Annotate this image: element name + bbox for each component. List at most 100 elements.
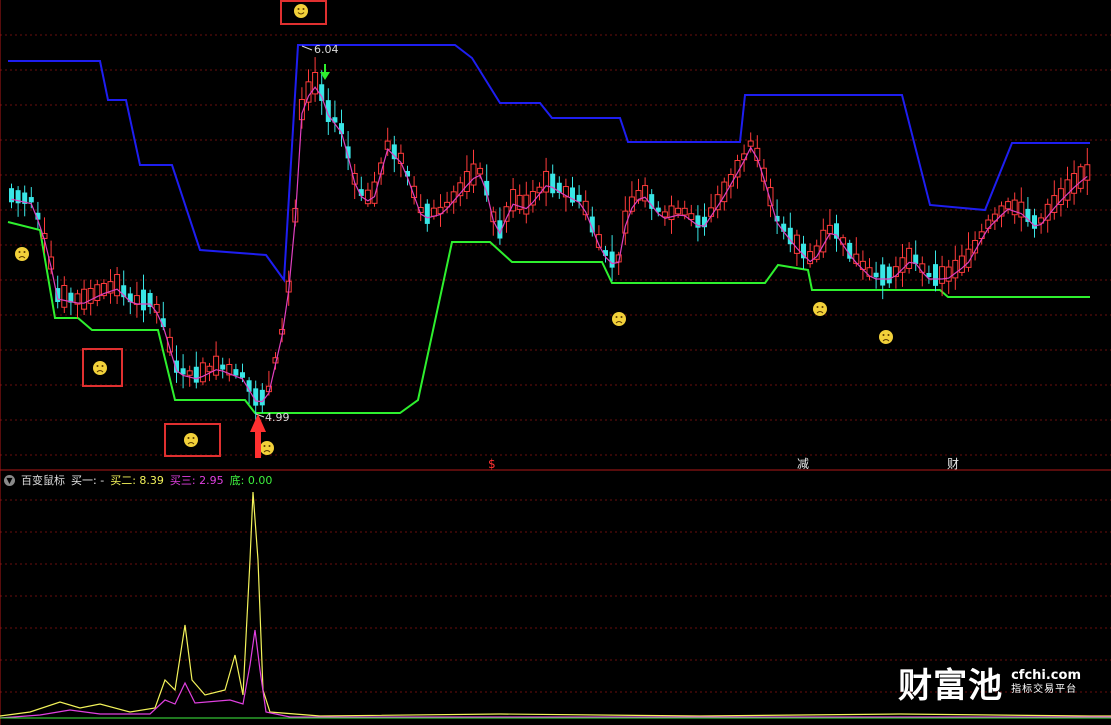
candle: [873, 261, 879, 289]
candle: [1051, 180, 1058, 220]
candle: [813, 239, 820, 263]
candle: [661, 205, 668, 226]
candle: [787, 212, 793, 253]
candle: [642, 177, 649, 208]
frown-face-icon: [260, 441, 274, 455]
candle: [1025, 197, 1031, 227]
indicator-menu-button[interactable]: ▼: [4, 474, 15, 486]
candle: [880, 257, 886, 300]
candle: [933, 250, 938, 292]
indicator-name[interactable]: 百变鼠标: [21, 472, 65, 488]
candle: [1071, 160, 1078, 205]
buy2-label: 买二:: [110, 474, 136, 487]
candle: [22, 185, 28, 217]
frown-face-icon: [813, 302, 827, 316]
candle: [199, 357, 206, 386]
candle: [556, 176, 562, 199]
candle: [1018, 187, 1025, 232]
candle: [147, 289, 153, 314]
candle: [193, 351, 199, 389]
buy1-label: 买一:: [71, 474, 97, 487]
bottom-label: 底:: [229, 474, 245, 487]
candle: [926, 265, 932, 284]
candle: [470, 149, 477, 193]
frown-face-icon: [879, 330, 893, 344]
buy3-value: 2.95: [199, 474, 224, 487]
candle: [9, 183, 14, 209]
event-marker-reduce[interactable]: 减: [797, 457, 809, 471]
watermark-brand: 财富池: [898, 666, 1004, 706]
candle: [847, 239, 853, 262]
candle: [543, 157, 550, 207]
candle: [1064, 166, 1071, 208]
candlestick-series: [9, 57, 1091, 420]
candle: [807, 243, 814, 268]
event-marker-finance[interactable]: 财: [947, 457, 959, 471]
candle: [424, 199, 430, 232]
candle: [1038, 213, 1045, 234]
candle: [81, 279, 88, 315]
candle: [1077, 163, 1084, 193]
watermark-site: cfchi.com: [1011, 667, 1081, 683]
candle: [100, 279, 107, 300]
high-price-label: 6.04: [314, 43, 339, 56]
candle: [906, 242, 913, 274]
candle: [121, 270, 127, 306]
low-price-label: 4.99: [265, 411, 290, 424]
candle: [714, 185, 721, 219]
event-marker-dollar[interactable]: $: [488, 457, 496, 471]
candle: [1057, 177, 1064, 217]
candle: [721, 177, 728, 211]
candle: [834, 214, 839, 252]
candle: [305, 69, 312, 111]
candle: [484, 164, 490, 202]
candle: [688, 204, 695, 227]
lower-band-line: [7, 221, 1090, 414]
candle: [312, 57, 319, 102]
candle: [516, 184, 523, 214]
buy3-label: 买三:: [169, 474, 196, 487]
smile-face-icon: [294, 4, 308, 18]
candle: [497, 207, 503, 245]
candle: [220, 357, 226, 379]
bottom-value: 0.00: [247, 474, 273, 487]
candle: [958, 244, 965, 276]
candle: [826, 209, 833, 240]
candle: [133, 281, 140, 318]
candle: [1032, 208, 1037, 238]
candle: [1011, 192, 1018, 224]
chart-stage: 6.04 4.99 $ 减 财: [0, 0, 1111, 725]
candle: [892, 256, 899, 289]
candle: [820, 218, 827, 258]
candle: [595, 225, 602, 251]
frown-face-icon: [93, 361, 107, 375]
candle: [550, 164, 556, 198]
frown-face-icon: [184, 433, 198, 447]
candle: [107, 269, 114, 304]
candle: [859, 250, 866, 280]
watermark-tagline: 指标交易平台: [1011, 683, 1078, 695]
candle: [570, 176, 575, 207]
candle: [259, 383, 265, 413]
indicator-header: ▼ 百变鼠标 买一: - 买二: 8.39 买三: 2.95 底: 0.00: [4, 472, 272, 488]
candle: [114, 266, 121, 304]
candle: [886, 263, 892, 288]
candle: [529, 179, 536, 213]
frown-face-icon: [15, 247, 29, 261]
candle: [180, 354, 186, 389]
candle: [695, 205, 701, 242]
candle: [61, 276, 68, 314]
moving-average-line: [11, 86, 1088, 403]
candle: [523, 181, 530, 224]
candle: [972, 231, 979, 261]
candle: [702, 203, 707, 236]
candle: [213, 341, 220, 380]
candle: [781, 216, 787, 240]
candle: [668, 195, 675, 234]
candle: [952, 245, 959, 290]
candle: [94, 279, 101, 307]
candle: [767, 178, 774, 218]
candle: [965, 232, 972, 272]
candle: [364, 182, 371, 207]
frown-face-icon: [612, 312, 626, 326]
